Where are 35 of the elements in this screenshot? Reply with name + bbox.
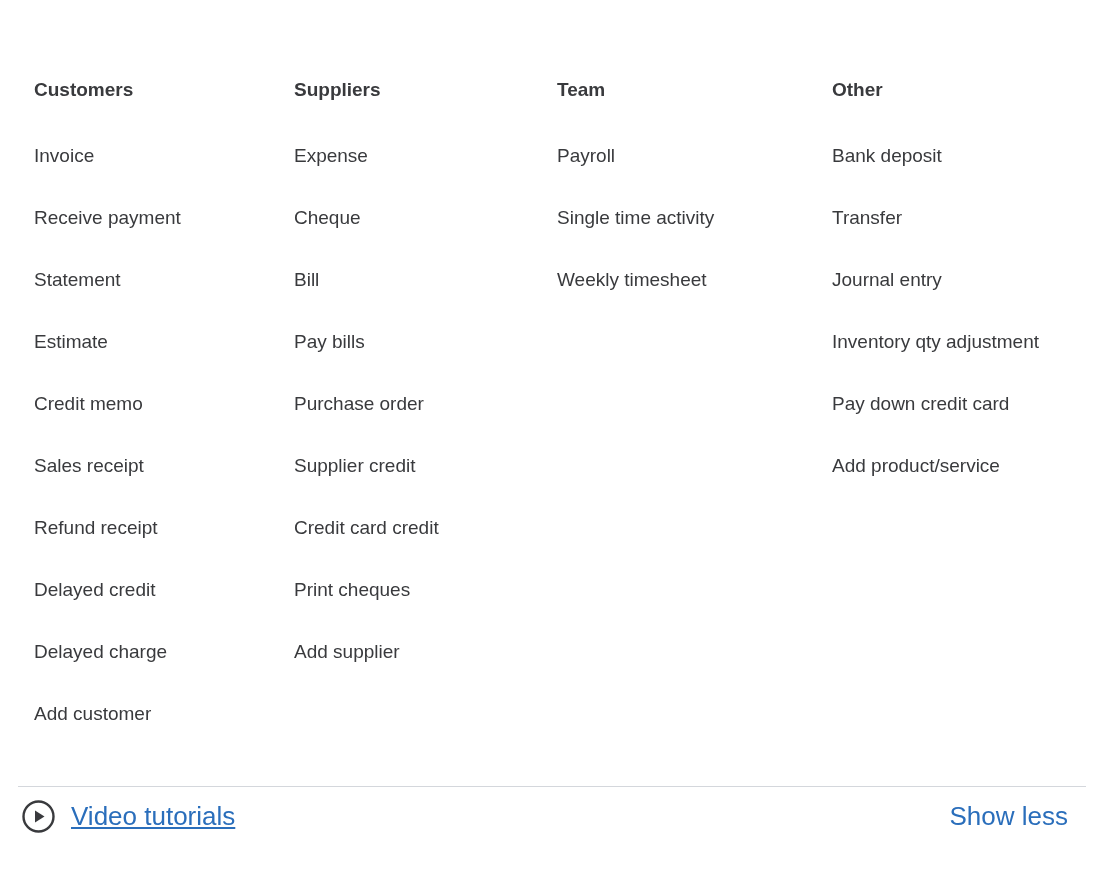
- menu-item[interactable]: Delayed charge: [34, 637, 168, 667]
- menu-item[interactable]: Bill: [294, 265, 320, 295]
- menu-item[interactable]: Supplier credit: [294, 451, 416, 481]
- menu-item[interactable]: Cheque: [294, 203, 361, 233]
- menu-item[interactable]: Payroll: [557, 141, 616, 171]
- menu-item[interactable]: Credit memo: [34, 389, 143, 419]
- menu-item[interactable]: Pay bills: [294, 327, 365, 357]
- menu-item[interactable]: Purchase order: [294, 389, 424, 419]
- menu-item[interactable]: Sales receipt: [34, 451, 144, 481]
- menu-item[interactable]: Expense: [294, 141, 368, 171]
- menu-item[interactable]: Transfer: [832, 203, 903, 233]
- menu-item[interactable]: Pay down credit card: [832, 389, 1010, 419]
- menu-item[interactable]: Weekly timesheet: [557, 265, 707, 295]
- menu-item[interactable]: Single time activity: [557, 203, 715, 233]
- menu-item[interactable]: Add customer: [34, 699, 152, 729]
- menu-item[interactable]: Delayed credit: [34, 575, 156, 605]
- column-heading: Suppliers: [294, 77, 381, 102]
- menu-item[interactable]: Invoice: [34, 141, 95, 171]
- menu-item[interactable]: Bank deposit: [832, 141, 942, 171]
- menu-item[interactable]: Receive payment: [34, 203, 181, 233]
- menu-item[interactable]: Print cheques: [294, 575, 411, 605]
- menu-item[interactable]: Credit card credit: [294, 513, 439, 543]
- menu-item[interactable]: Estimate: [34, 327, 108, 357]
- video-tutorials-link[interactable]: Video tutorials: [71, 796, 236, 836]
- column-heading: Customers: [34, 77, 134, 102]
- play-icon: [22, 799, 55, 833]
- menu-item[interactable]: Statement: [34, 265, 121, 295]
- menu-item[interactable]: Journal entry: [832, 265, 942, 295]
- menu-item[interactable]: Inventory qty adjustment: [832, 327, 1039, 357]
- menu-item[interactable]: Refund receipt: [34, 513, 158, 543]
- column-heading: Team: [557, 77, 606, 102]
- menu-item[interactable]: Add supplier: [294, 637, 400, 667]
- show-less-link[interactable]: Show less: [949, 796, 1068, 836]
- column-heading: Other: [832, 77, 883, 102]
- menu-item[interactable]: Add product/service: [832, 451, 1000, 481]
